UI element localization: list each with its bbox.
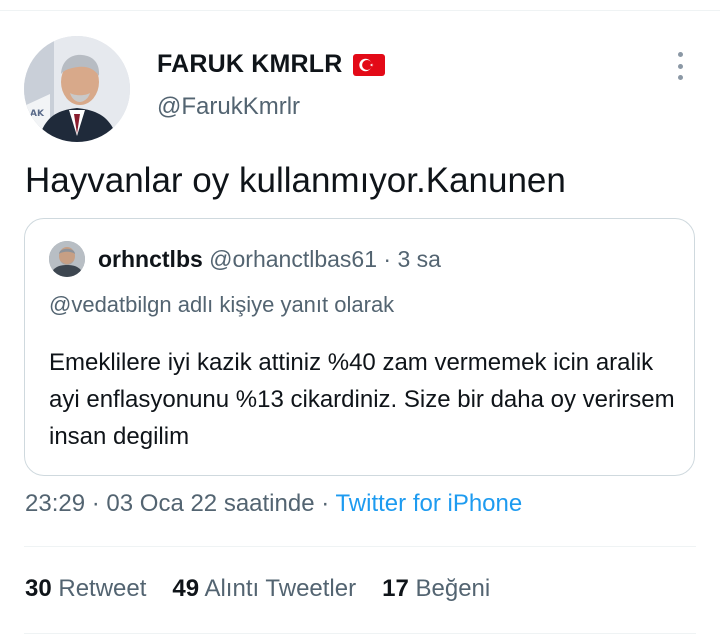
tweet-text: Hayvanlar oy kullanmıyor.Kanunen [25, 161, 566, 200]
quoted-timestamp[interactable]: 3 sa [397, 246, 440, 272]
top-divider [0, 10, 720, 11]
author-avatar-image: AK [24, 36, 130, 142]
meta-separator: · [321, 490, 330, 517]
quoted-author-name[interactable]: orhnctlbs [98, 246, 203, 272]
author-handle[interactable]: @FarukKmrlr [157, 93, 300, 121]
likes-stat[interactable]: 17 Beğeni [382, 575, 490, 603]
meta-separator: · [91, 490, 100, 517]
more-options-icon[interactable] [668, 52, 692, 80]
turkey-flag-icon [352, 53, 385, 76]
quoted-separator: · [383, 246, 392, 272]
quoted-tweet-text: Emeklilere iyi kazik attiniz %40 zam ver… [49, 349, 675, 450]
retweets-stat[interactable]: 30 Retweet [25, 575, 146, 603]
divider [24, 546, 696, 547]
tweet-time[interactable]: 23:29 [25, 490, 85, 517]
divider [24, 633, 696, 634]
quote-tweets-stat[interactable]: 49 Alıntı Tweetler [172, 575, 356, 603]
tweet-date[interactable]: 03 Oca 22 saatinde [106, 490, 314, 517]
quoted-replying-to: @vedatbilgn adlı kişiye yanıt olarak [49, 292, 395, 317]
retweets-label: Retweet [58, 575, 147, 602]
author-name-row: FARUK KMRLR [157, 50, 385, 79]
likes-label: Beğeni [415, 575, 491, 602]
quote-tweets-label: Alıntı Tweetler [204, 575, 357, 602]
quoted-author-handle[interactable]: @orhanctlbas61 [209, 246, 377, 272]
retweets-count: 30 [25, 575, 52, 602]
svg-text:AK: AK [30, 109, 45, 119]
quote-tweets-count: 49 [172, 575, 200, 602]
tweet-source-link[interactable]: Twitter for iPhone [335, 490, 522, 517]
tweet-stats: 30 Retweet 49 Alıntı Tweetler 17 Beğeni [25, 575, 490, 603]
author-display-name[interactable]: FARUK KMRLR [157, 50, 343, 79]
likes-count: 17 [382, 575, 409, 602]
quoted-tweet-header: orhnctlbs @orhanctlbas61 · 3 sa [98, 246, 441, 273]
quoted-author-avatar[interactable] [49, 241, 85, 277]
tweet-meta: 23:29 · 03 Oca 22 saatinde · Twitter for… [25, 490, 522, 518]
author-avatar[interactable]: AK [24, 36, 130, 142]
quoted-tweet-card[interactable]: orhnctlbs @orhanctlbas61 · 3 sa @vedatbi… [24, 218, 695, 476]
quoted-author-avatar-image [49, 241, 85, 277]
